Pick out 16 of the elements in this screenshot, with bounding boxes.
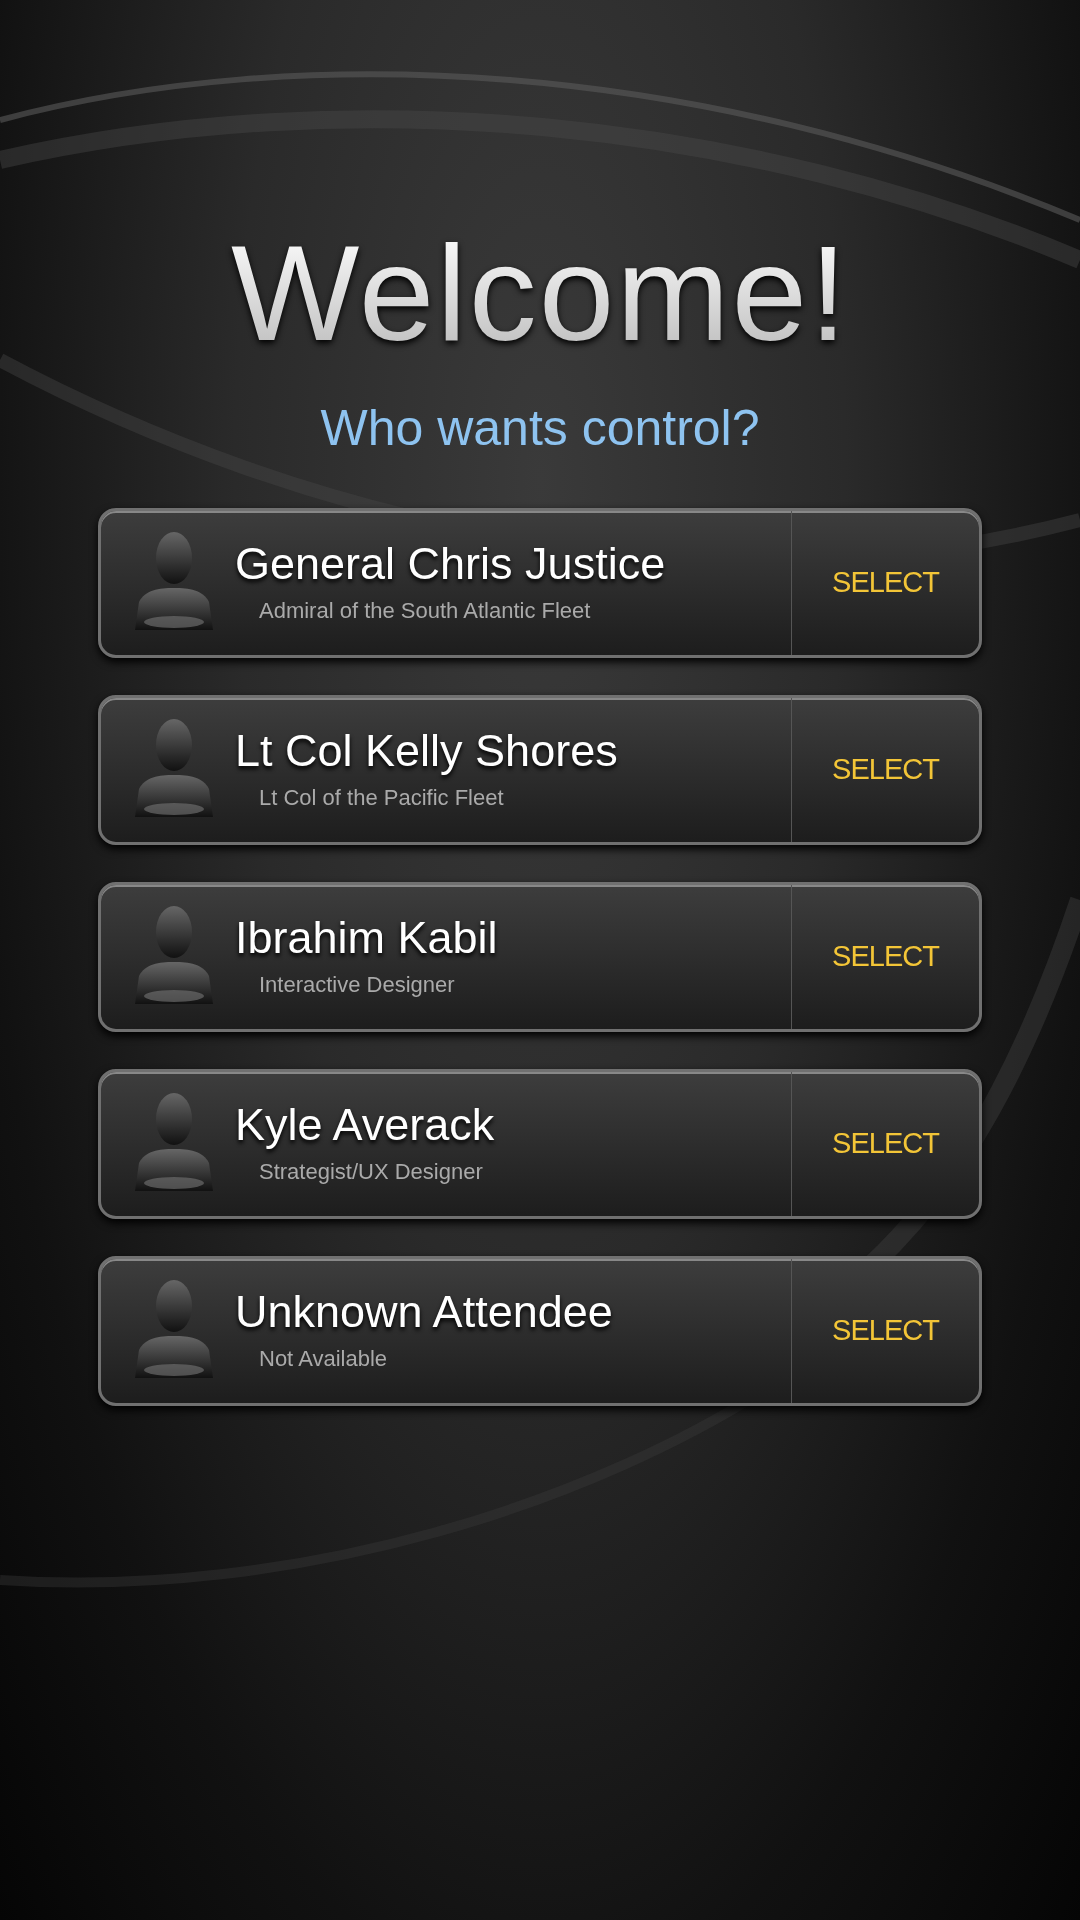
- user-role: Admiral of the South Atlantic Fleet: [259, 597, 592, 626]
- user-name: Lt Col Kelly Shores: [235, 725, 618, 776]
- user-name: Unknown Attendee: [235, 1286, 613, 1337]
- user-role: Lt Col of the Pacific Fleet: [259, 784, 505, 813]
- select-button[interactable]: SELECT: [791, 1259, 979, 1403]
- subtitle: Who wants control?: [319, 401, 761, 456]
- user-role: Strategist/UX Designer: [259, 1158, 484, 1187]
- user-role: Not Available: [259, 1345, 388, 1374]
- user-name: Ibrahim Kabil: [235, 912, 498, 963]
- select-button[interactable]: SELECT: [791, 885, 979, 1029]
- select-button[interactable]: SELECT: [791, 1072, 979, 1216]
- user-role: Interactive Designer: [259, 971, 456, 1000]
- user-name: General Chris Justice: [235, 538, 666, 589]
- select-button[interactable]: SELECT: [791, 698, 979, 842]
- select-button[interactable]: SELECT: [791, 511, 979, 655]
- user-name: Kyle Averack: [235, 1099, 495, 1150]
